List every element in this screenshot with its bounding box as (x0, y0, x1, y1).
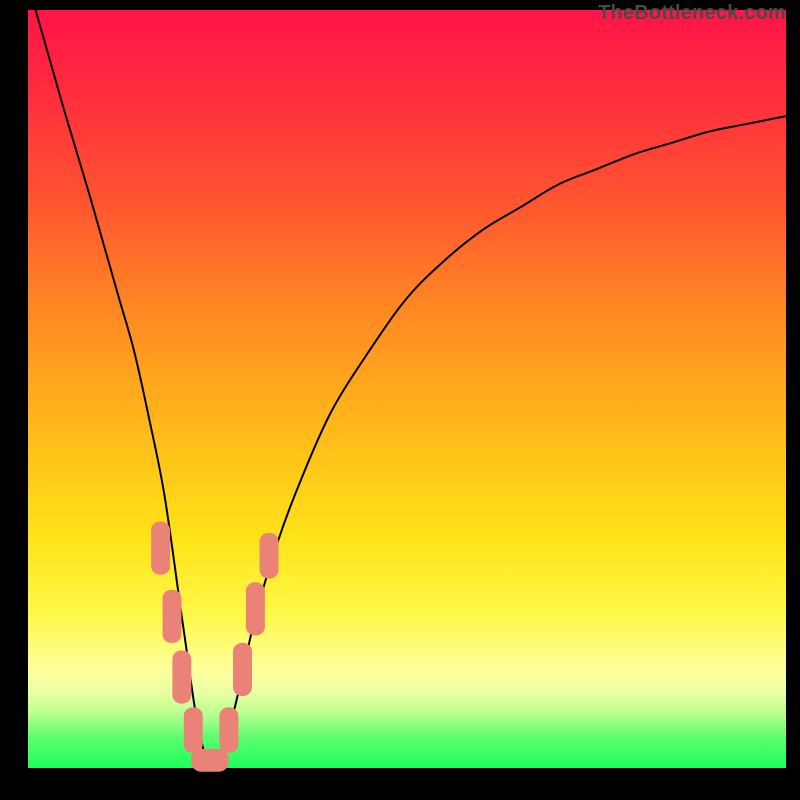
valley-marker (246, 582, 265, 635)
plot-area (28, 10, 786, 768)
valley-marker (172, 651, 191, 704)
valley-marker (219, 707, 238, 752)
chart-frame: TheBottleneck.com (0, 0, 800, 800)
valley-marker (260, 533, 279, 578)
watermark-text: TheBottleneck.com (598, 2, 786, 25)
valley-marker (233, 643, 252, 696)
valley-marker (151, 522, 170, 575)
bottleneck-curve (36, 10, 786, 771)
valley-marker (184, 707, 203, 752)
valley-markers (151, 522, 278, 772)
valley-marker (191, 749, 229, 772)
curve-layer (28, 10, 786, 768)
valley-marker (163, 590, 182, 643)
